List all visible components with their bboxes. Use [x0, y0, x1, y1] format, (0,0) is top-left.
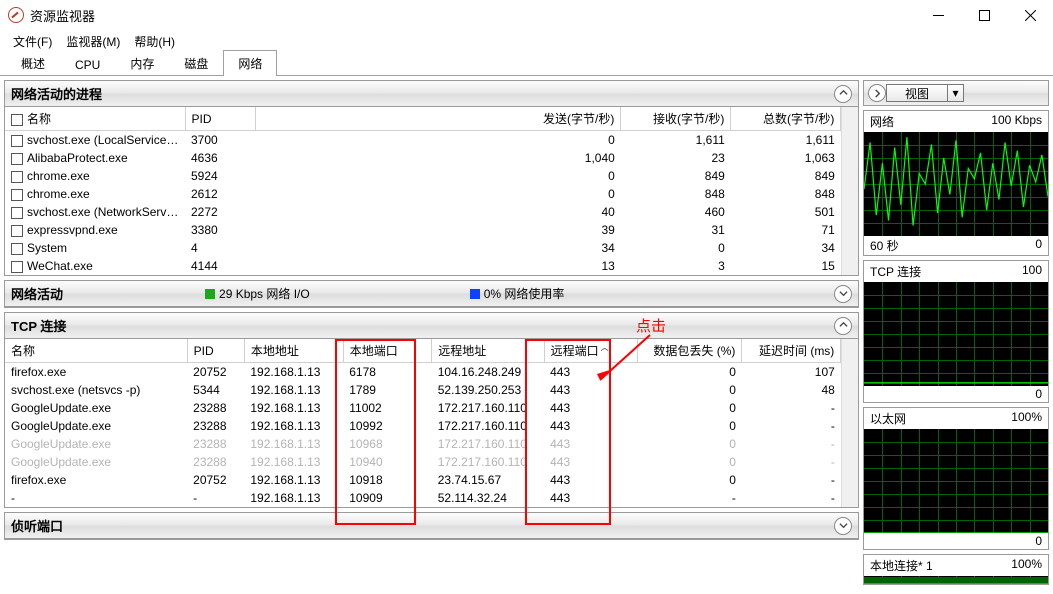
menu-file[interactable]: 文件(F): [6, 31, 59, 52]
panel-network-processes: 网络活动的进程 名称 PID 发送(字节/秒) 接收(字节/秒) 总数(字节/秒…: [4, 80, 859, 276]
col-name[interactable]: 名称: [5, 107, 185, 131]
tab-cpu[interactable]: CPU: [60, 53, 115, 76]
chart-network: 网络100 Kbps 60 秒0: [863, 110, 1049, 256]
menubar: 文件(F) 监视器(M) 帮助(H): [0, 30, 1053, 52]
maximize-button[interactable]: [961, 0, 1007, 30]
sort-arrow-icon: ︿: [601, 342, 609, 353]
col-pid[interactable]: PID: [185, 107, 255, 131]
scrollbar[interactable]: [841, 107, 858, 275]
col-raddr[interactable]: 远程地址: [432, 339, 544, 363]
checkbox[interactable]: [11, 243, 23, 255]
collapse-button[interactable]: [834, 85, 852, 103]
legend-usage-icon: [470, 289, 480, 299]
menu-help[interactable]: 帮助(H): [127, 31, 182, 52]
panel-title: 网络活动: [11, 284, 63, 303]
chart-ethernet: 以太网100% 0: [863, 407, 1049, 550]
table-row[interactable]: expressvpnd.exe3380393171: [5, 221, 841, 239]
titlebar: 资源监视器: [0, 0, 1053, 30]
minimize-button[interactable]: [915, 0, 961, 30]
table-row[interactable]: System434034: [5, 239, 841, 257]
col-latency[interactable]: 延迟时间 (ms): [742, 339, 841, 363]
table-row[interactable]: svchost.exe (NetworkServic...22724046050…: [5, 203, 841, 221]
panel-title: TCP 连接: [11, 316, 66, 335]
collapse-button[interactable]: [834, 317, 852, 335]
table-row[interactable]: GoogleUpdate.exe23288192.168.1.131100217…: [5, 399, 841, 417]
chart-tcp: TCP 连接100 0: [863, 260, 1049, 403]
legend-io-text: 29 Kbps 网络 I/O: [219, 285, 310, 302]
table-row[interactable]: GoogleUpdate.exe23288192.168.1.131096817…: [5, 435, 841, 453]
col-laddr[interactable]: 本地地址: [244, 339, 343, 363]
window-title: 资源监视器: [30, 6, 915, 25]
legend-usage-text: 0% 网络使用率: [484, 285, 565, 302]
col-pid[interactable]: PID: [187, 339, 244, 363]
chart-local: 本地连接* 1100%: [863, 554, 1049, 585]
process-table[interactable]: 名称 PID 发送(字节/秒) 接收(字节/秒) 总数(字节/秒) svchos…: [5, 107, 841, 275]
panel-tcp-connections: TCP 连接 名称 PID 本地地址 本地端口 远程地: [4, 312, 859, 508]
panel-network-activity: 网络活动 29 Kbps 网络 I/O 0% 网络使用率: [4, 280, 859, 308]
checkbox[interactable]: [11, 135, 23, 147]
col-lport[interactable]: 本地端口: [343, 339, 431, 363]
table-row[interactable]: WeChat.exe414413315: [5, 257, 841, 275]
checkbox[interactable]: [11, 171, 23, 183]
checkbox[interactable]: [11, 189, 23, 201]
table-row[interactable]: GoogleUpdate.exe23288192.168.1.131099217…: [5, 417, 841, 435]
col-total[interactable]: 总数(字节/秒): [731, 107, 841, 131]
table-row[interactable]: --192.168.1.131090952.114.32.24443--: [5, 489, 841, 507]
table-row[interactable]: chrome.exe59240849849: [5, 167, 841, 185]
panel-listening-ports: 侦听端口: [4, 512, 859, 540]
tcp-table[interactable]: 名称 PID 本地地址 本地端口 远程地址 远程端口︿ 数据包丢失 (%) 延迟…: [5, 339, 841, 507]
window-buttons: [915, 0, 1053, 30]
col-rport[interactable]: 远程端口︿: [544, 339, 638, 363]
col-send[interactable]: 发送(字节/秒): [255, 107, 621, 131]
tab-overview[interactable]: 概述: [6, 50, 60, 76]
tab-memory[interactable]: 内存: [115, 50, 169, 76]
checkbox[interactable]: [11, 225, 23, 237]
table-row[interactable]: svchost.exe (LocalServiceA...370001,6111…: [5, 131, 841, 150]
tabstrip: 概述 CPU 内存 磁盘 网络: [0, 52, 1053, 76]
panel-title: 侦听端口: [11, 516, 63, 535]
chevron-down-icon: ▾: [948, 86, 963, 100]
checkbox[interactable]: [11, 261, 23, 273]
checkbox-all[interactable]: [11, 114, 23, 126]
table-row[interactable]: chrome.exe26120848848: [5, 185, 841, 203]
table-row[interactable]: svchost.exe (netsvcs -p)5344192.168.1.13…: [5, 381, 841, 399]
legend-io-icon: [205, 289, 215, 299]
table-row[interactable]: firefox.exe20752192.168.1.136178104.16.2…: [5, 363, 841, 382]
col-loss[interactable]: 数据包丢失 (%): [638, 339, 742, 363]
tab-network[interactable]: 网络: [223, 50, 277, 76]
col-name[interactable]: 名称: [5, 339, 187, 363]
table-row[interactable]: firefox.exe20752192.168.1.131091823.74.1…: [5, 471, 841, 489]
checkbox[interactable]: [11, 153, 23, 165]
expand-button[interactable]: [834, 285, 852, 303]
scrollbar[interactable]: [841, 339, 858, 507]
expand-button[interactable]: [834, 517, 852, 535]
right-toolbar: 视图 ▾: [863, 80, 1049, 106]
panel-title: 网络活动的进程: [11, 84, 102, 103]
close-button[interactable]: [1007, 0, 1053, 30]
checkbox[interactable]: [11, 207, 23, 219]
table-row[interactable]: AlibabaProtect.exe46361,040231,063: [5, 149, 841, 167]
menu-monitor[interactable]: 监视器(M): [59, 31, 127, 52]
view-dropdown[interactable]: 视图 ▾: [886, 84, 964, 102]
table-row[interactable]: GoogleUpdate.exe23288192.168.1.131094017…: [5, 453, 841, 471]
app-icon: [8, 7, 24, 23]
col-recv[interactable]: 接收(字节/秒): [621, 107, 731, 131]
tab-disk[interactable]: 磁盘: [169, 50, 223, 76]
collapse-right-button[interactable]: [868, 84, 886, 102]
